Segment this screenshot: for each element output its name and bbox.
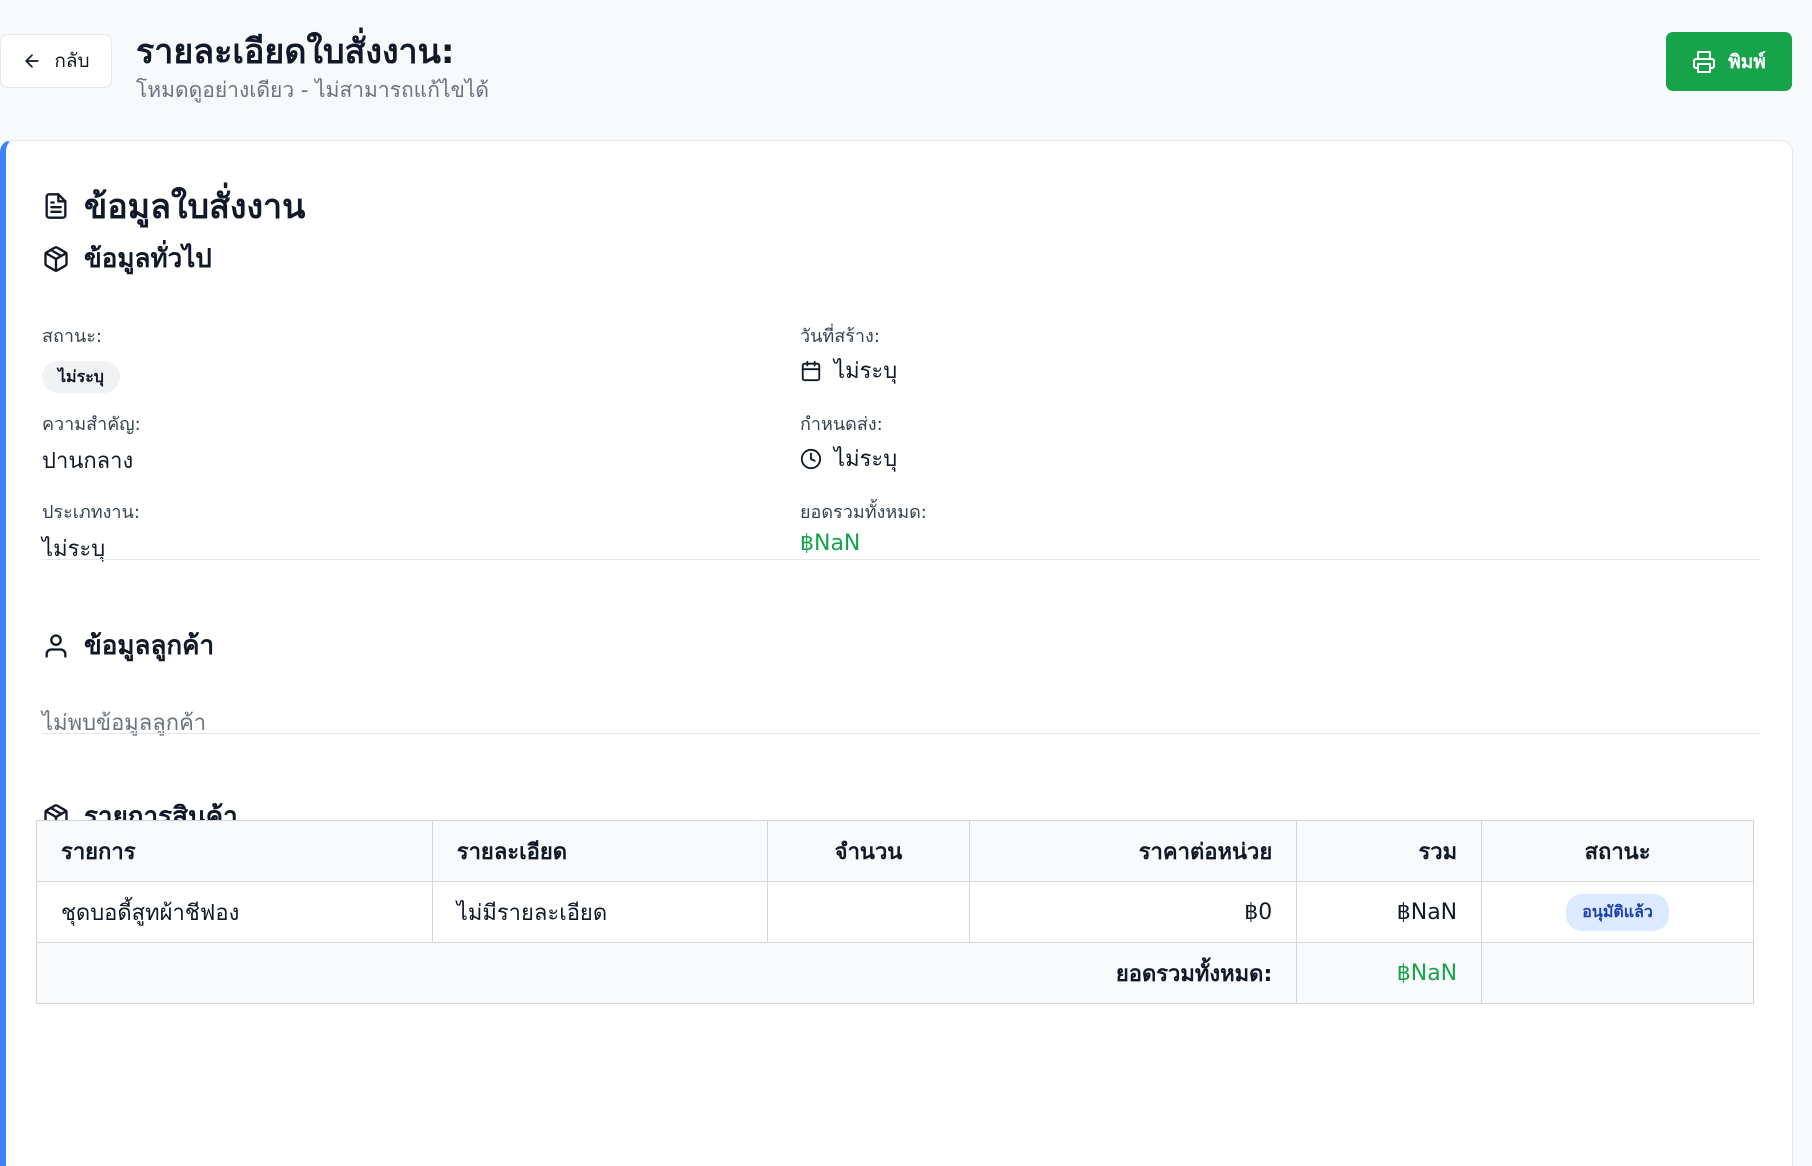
package-icon (44, 245, 68, 272)
created-date-value: ไม่ระบุ (800, 353, 897, 388)
products-table: รายการ รายละเอียด จำนวน ราคาต่อหน่วย รวม… (35, 820, 1754, 1004)
created-date-label: วันที่สร้าง: (800, 326, 880, 347)
customer-empty-text: ไม่พบข้อมูลลูกค้า (42, 711, 207, 736)
table-row: ชุดบอดี้สูทผ้าชีฟอง ไม่มีรายละเอียด ฿0 ฿… (36, 881, 1754, 943)
divider (42, 733, 1760, 734)
page-title: รายละเอียดใบสั่งงาน: (136, 32, 455, 72)
priority-value: ปานกลาง (42, 449, 134, 474)
footer-empty-cell (1481, 942, 1754, 1004)
column-header-qty: จำนวน (766, 820, 971, 882)
status-label: สถานะ: (42, 326, 103, 347)
customer-section-title: ข้อมูลลูกค้า (42, 625, 214, 666)
customer-section-title-text: ข้อมูลลูกค้า (84, 631, 215, 661)
calendar-icon (801, 360, 821, 381)
status-badge: อนุมัติแล้ว (1566, 893, 1669, 931)
due-date-value: ไม่ระบุ (800, 441, 897, 476)
card-title: ข้อมูลใบสั่งงาน (42, 179, 305, 233)
general-section-title: ข้อมูลทั่วไป (42, 238, 212, 279)
print-button[interactable]: พิมพ์ (1666, 32, 1792, 91)
back-button[interactable]: กลับ (0, 34, 112, 88)
general-section-title-text: ข้อมูลทั่วไป (84, 244, 212, 274)
cell-detail: ไม่มีรายละเอียด (431, 881, 768, 943)
column-header-detail: รายละเอียด (431, 820, 768, 882)
printer-icon (1693, 50, 1716, 73)
cell-unit-price: ฿0 (969, 881, 1298, 943)
user-icon (45, 633, 67, 658)
total-label: ยอดรวมทั้งหมด: (800, 502, 927, 523)
column-header-item: รายการ (36, 820, 433, 882)
column-header-status: สถานะ (1481, 820, 1754, 882)
job-type-label: ประเภทงาน: (42, 502, 140, 523)
column-header-total: รวม (1296, 820, 1483, 882)
due-date-label: กำหนดส่ง: (800, 414, 883, 435)
column-header-unit-price: ราคาต่อหน่วย (969, 820, 1298, 882)
divider (42, 559, 1760, 560)
back-button-label: กลับ (54, 50, 90, 72)
work-order-card: ข้อมูลใบสั่งงาน ข้อมูลทั่วไป สถานะ: ไม่ร… (0, 140, 1793, 1166)
created-date-text: ไม่ระบุ (834, 359, 898, 384)
footer-total-label: ยอดรวมทั้งหมด: (35, 942, 1298, 1004)
page: กลับ รายละเอียดใบสั่งงาน: โหมดดูอย่างเดี… (0, 0, 1812, 1166)
document-icon (45, 193, 67, 219)
priority-label: ความสำคัญ: (42, 414, 141, 435)
table-header-row: รายการ รายละเอียด จำนวน ราคาต่อหน่วย รวม… (36, 820, 1754, 882)
footer-total-value: ฿NaN (1296, 942, 1483, 1004)
cell-qty (766, 881, 971, 943)
total-value: ฿NaN (800, 531, 861, 556)
table-footer-row: ยอดรวมทั้งหมด: ฿NaN (35, 942, 1754, 1004)
clock-icon (800, 448, 822, 469)
page-subtitle: โหมดดูอย่างเดียว - ไม่สามารถแก้ไขได้ (136, 78, 490, 102)
print-button-label: พิมพ์ (1728, 50, 1766, 73)
cell-item: ชุดบอดี้สูทผ้าชีฟอง (36, 881, 433, 943)
arrow-left-icon (25, 54, 40, 68)
card-title-text: ข้อมูลใบสั่งงาน (84, 187, 306, 227)
cell-total: ฿NaN (1296, 881, 1483, 943)
status-badge: ไม่ระบุ (42, 361, 120, 393)
job-type-value: ไม่ระบุ (42, 537, 106, 562)
due-date-text: ไม่ระบุ (834, 447, 898, 472)
page-header: กลับ รายละเอียดใบสั่งงาน: โหมดดูอย่างเดี… (0, 0, 1812, 140)
cell-status: อนุมัติแล้ว (1481, 881, 1754, 943)
